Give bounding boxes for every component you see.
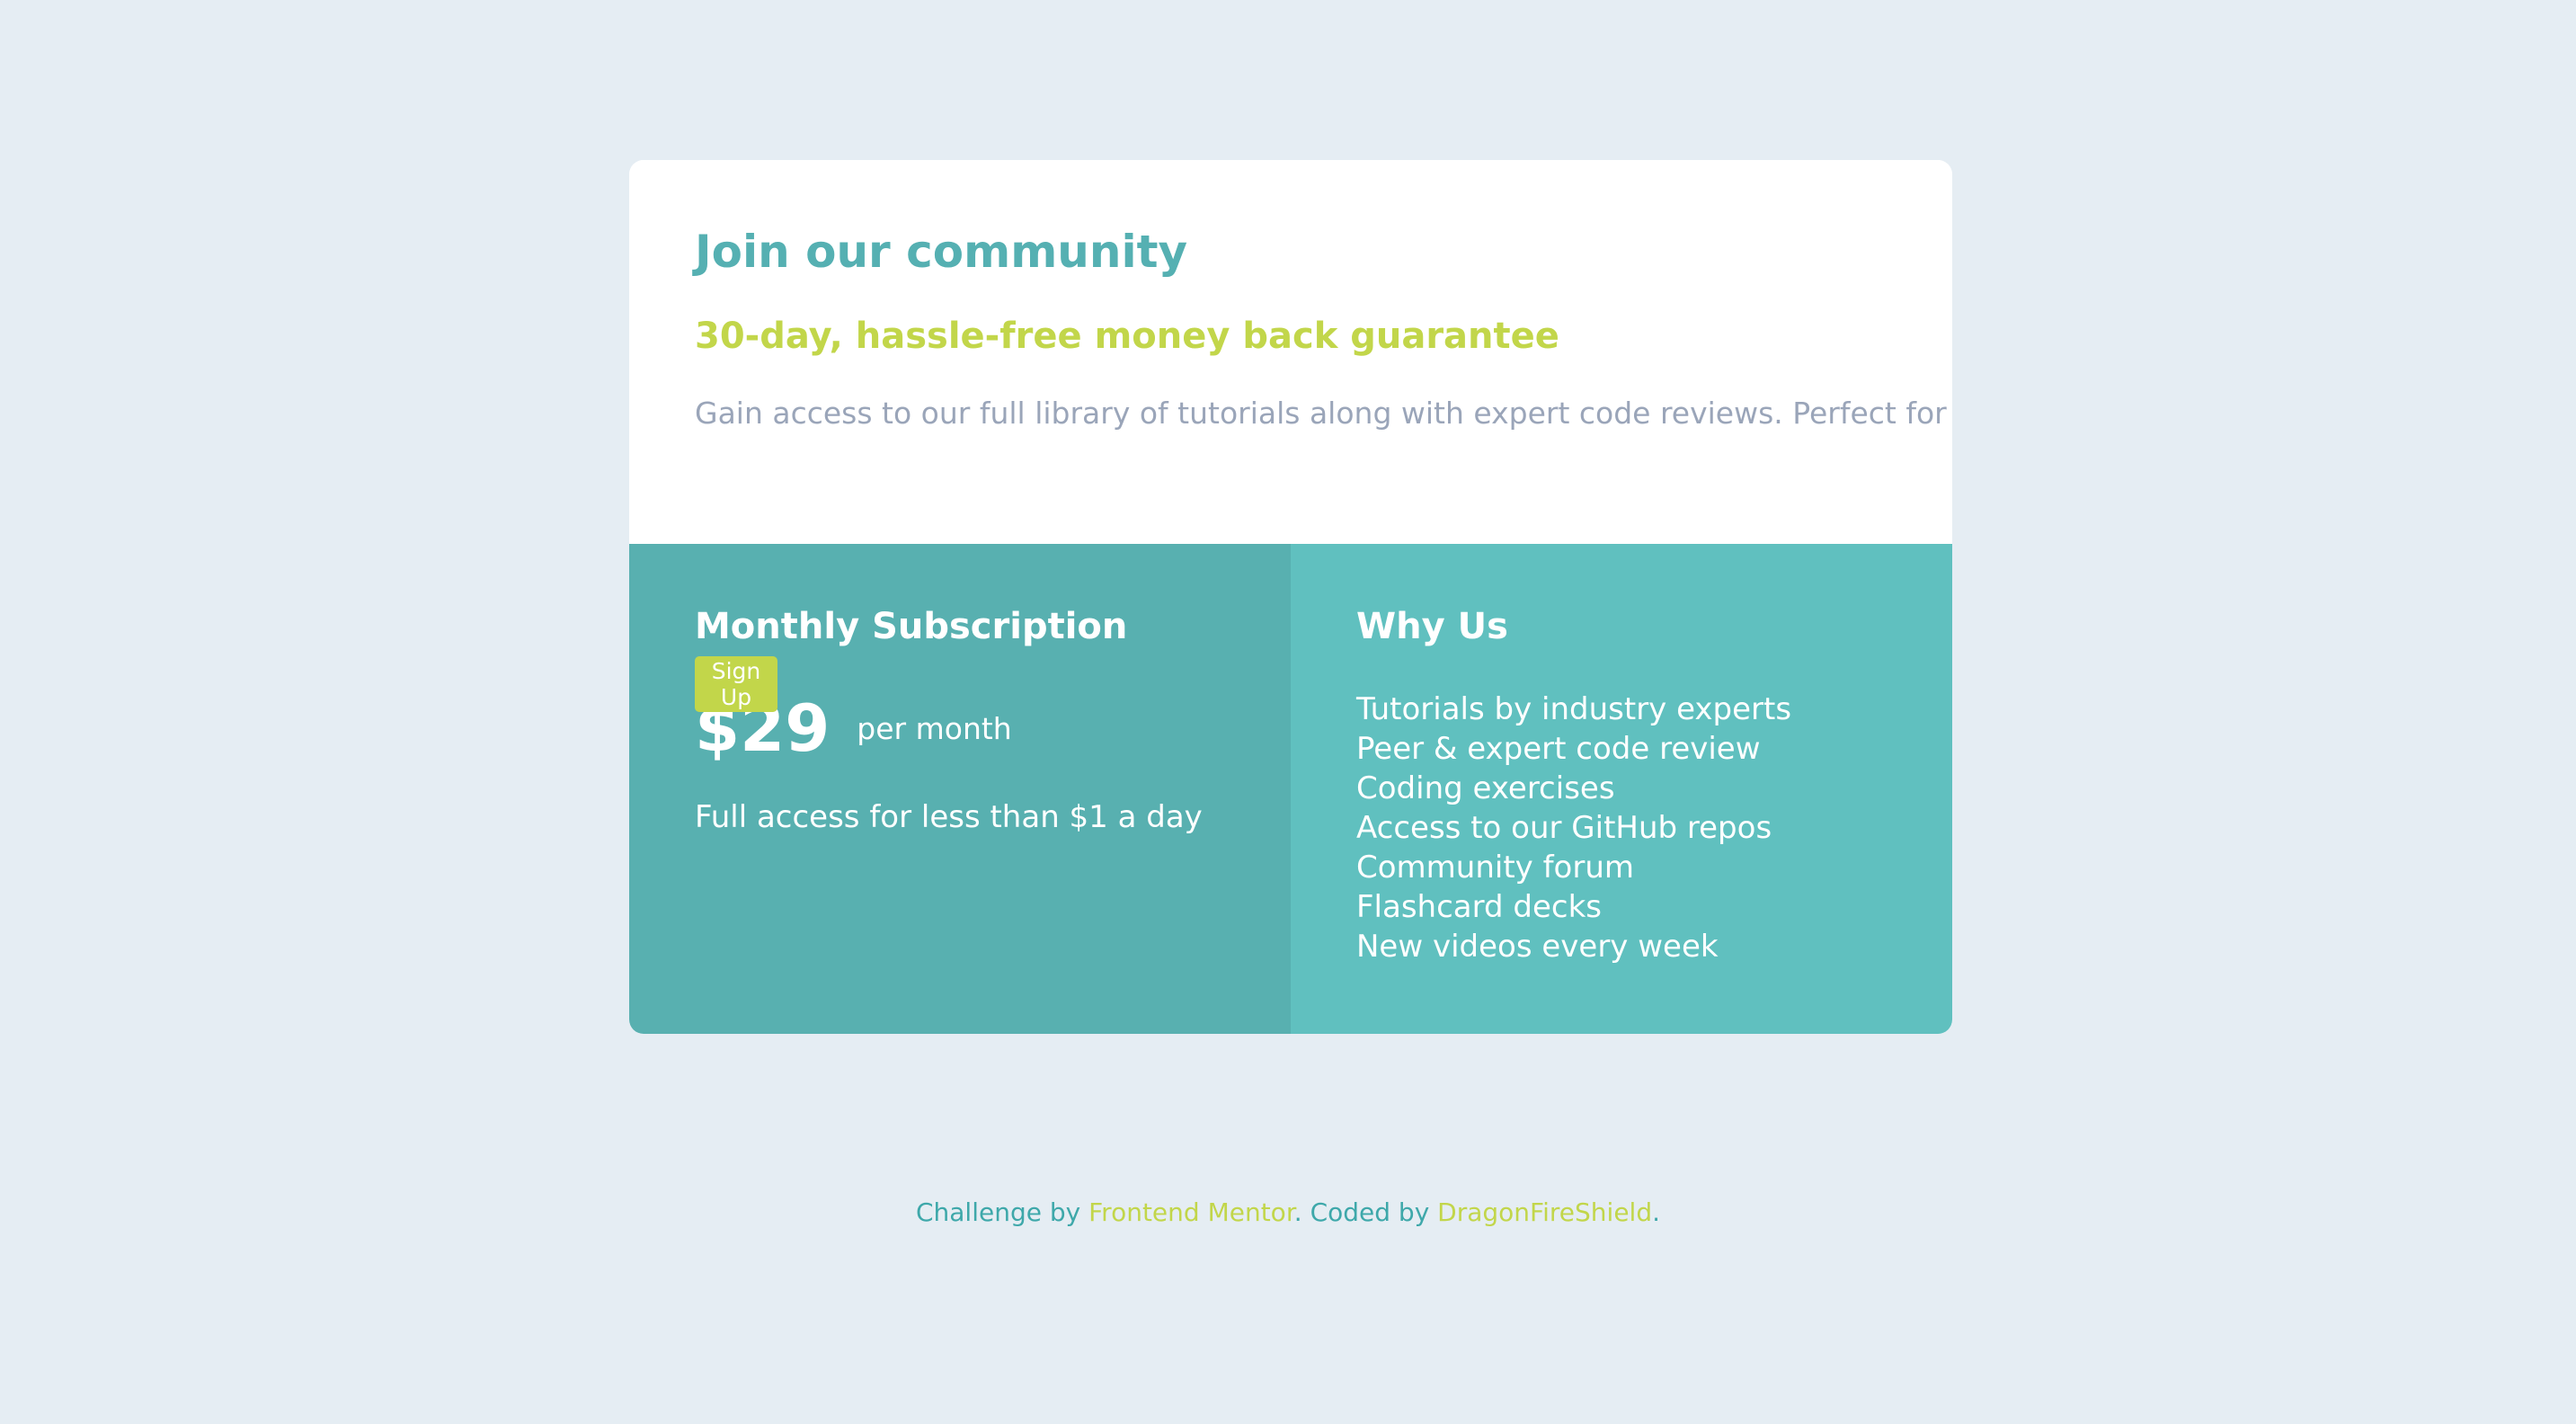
benefits-list: Tutorials by industry experts Peer & exp… [1356, 690, 1791, 966]
benefit-item: Coding exercises [1356, 770, 1615, 806]
benefit-item: New videos every week [1356, 929, 1719, 965]
benefit-item: Access to our GitHub repos [1356, 810, 1772, 846]
monthly-subscription-panel: Monthly Subscription $29 per month Full … [629, 544, 1291, 1034]
attribution-suffix: . [1652, 1197, 1661, 1227]
coded-by-text: . Coded by [1293, 1197, 1430, 1227]
card-header-section: Join our community 30-day, hassle-free m… [629, 160, 1952, 544]
benefit-item: Flashcard decks [1356, 889, 1602, 925]
community-card: Join our community 30-day, hassle-free m… [629, 160, 1952, 1034]
why-us-heading: Why Us [1356, 606, 1508, 647]
community-title: Join our community [695, 226, 1188, 278]
monthly-subscription-heading: Monthly Subscription [695, 606, 1128, 647]
why-us-panel: Why Us Tutorials by industry experts Pee… [1291, 544, 1952, 1034]
community-description-text: Gain access to our full library of tutor… [695, 396, 1952, 431]
frontend-mentor-link[interactable]: Frontend Mentor [1088, 1197, 1294, 1227]
author-link[interactable]: DragonFireShield [1437, 1197, 1652, 1227]
access-summary: Full access for less than $1 a day [695, 799, 1203, 835]
subscription-period: per month [857, 710, 1012, 746]
benefit-item: Peer & expert code review [1356, 731, 1761, 767]
attribution-prefix: Challenge by [915, 1197, 1081, 1227]
community-description: Gain access to our full library of tutor… [695, 394, 1952, 433]
money-back-guarantee: 30-day, hassle-free money back guarantee [695, 316, 1559, 357]
benefit-item: Tutorials by industry experts [1356, 691, 1792, 727]
sign-up-button[interactable]: Sign Up [695, 656, 777, 712]
attribution-footer: Challenge by Frontend Mentor. Coded by D… [0, 1197, 2576, 1228]
benefit-item: Community forum [1356, 850, 1635, 886]
